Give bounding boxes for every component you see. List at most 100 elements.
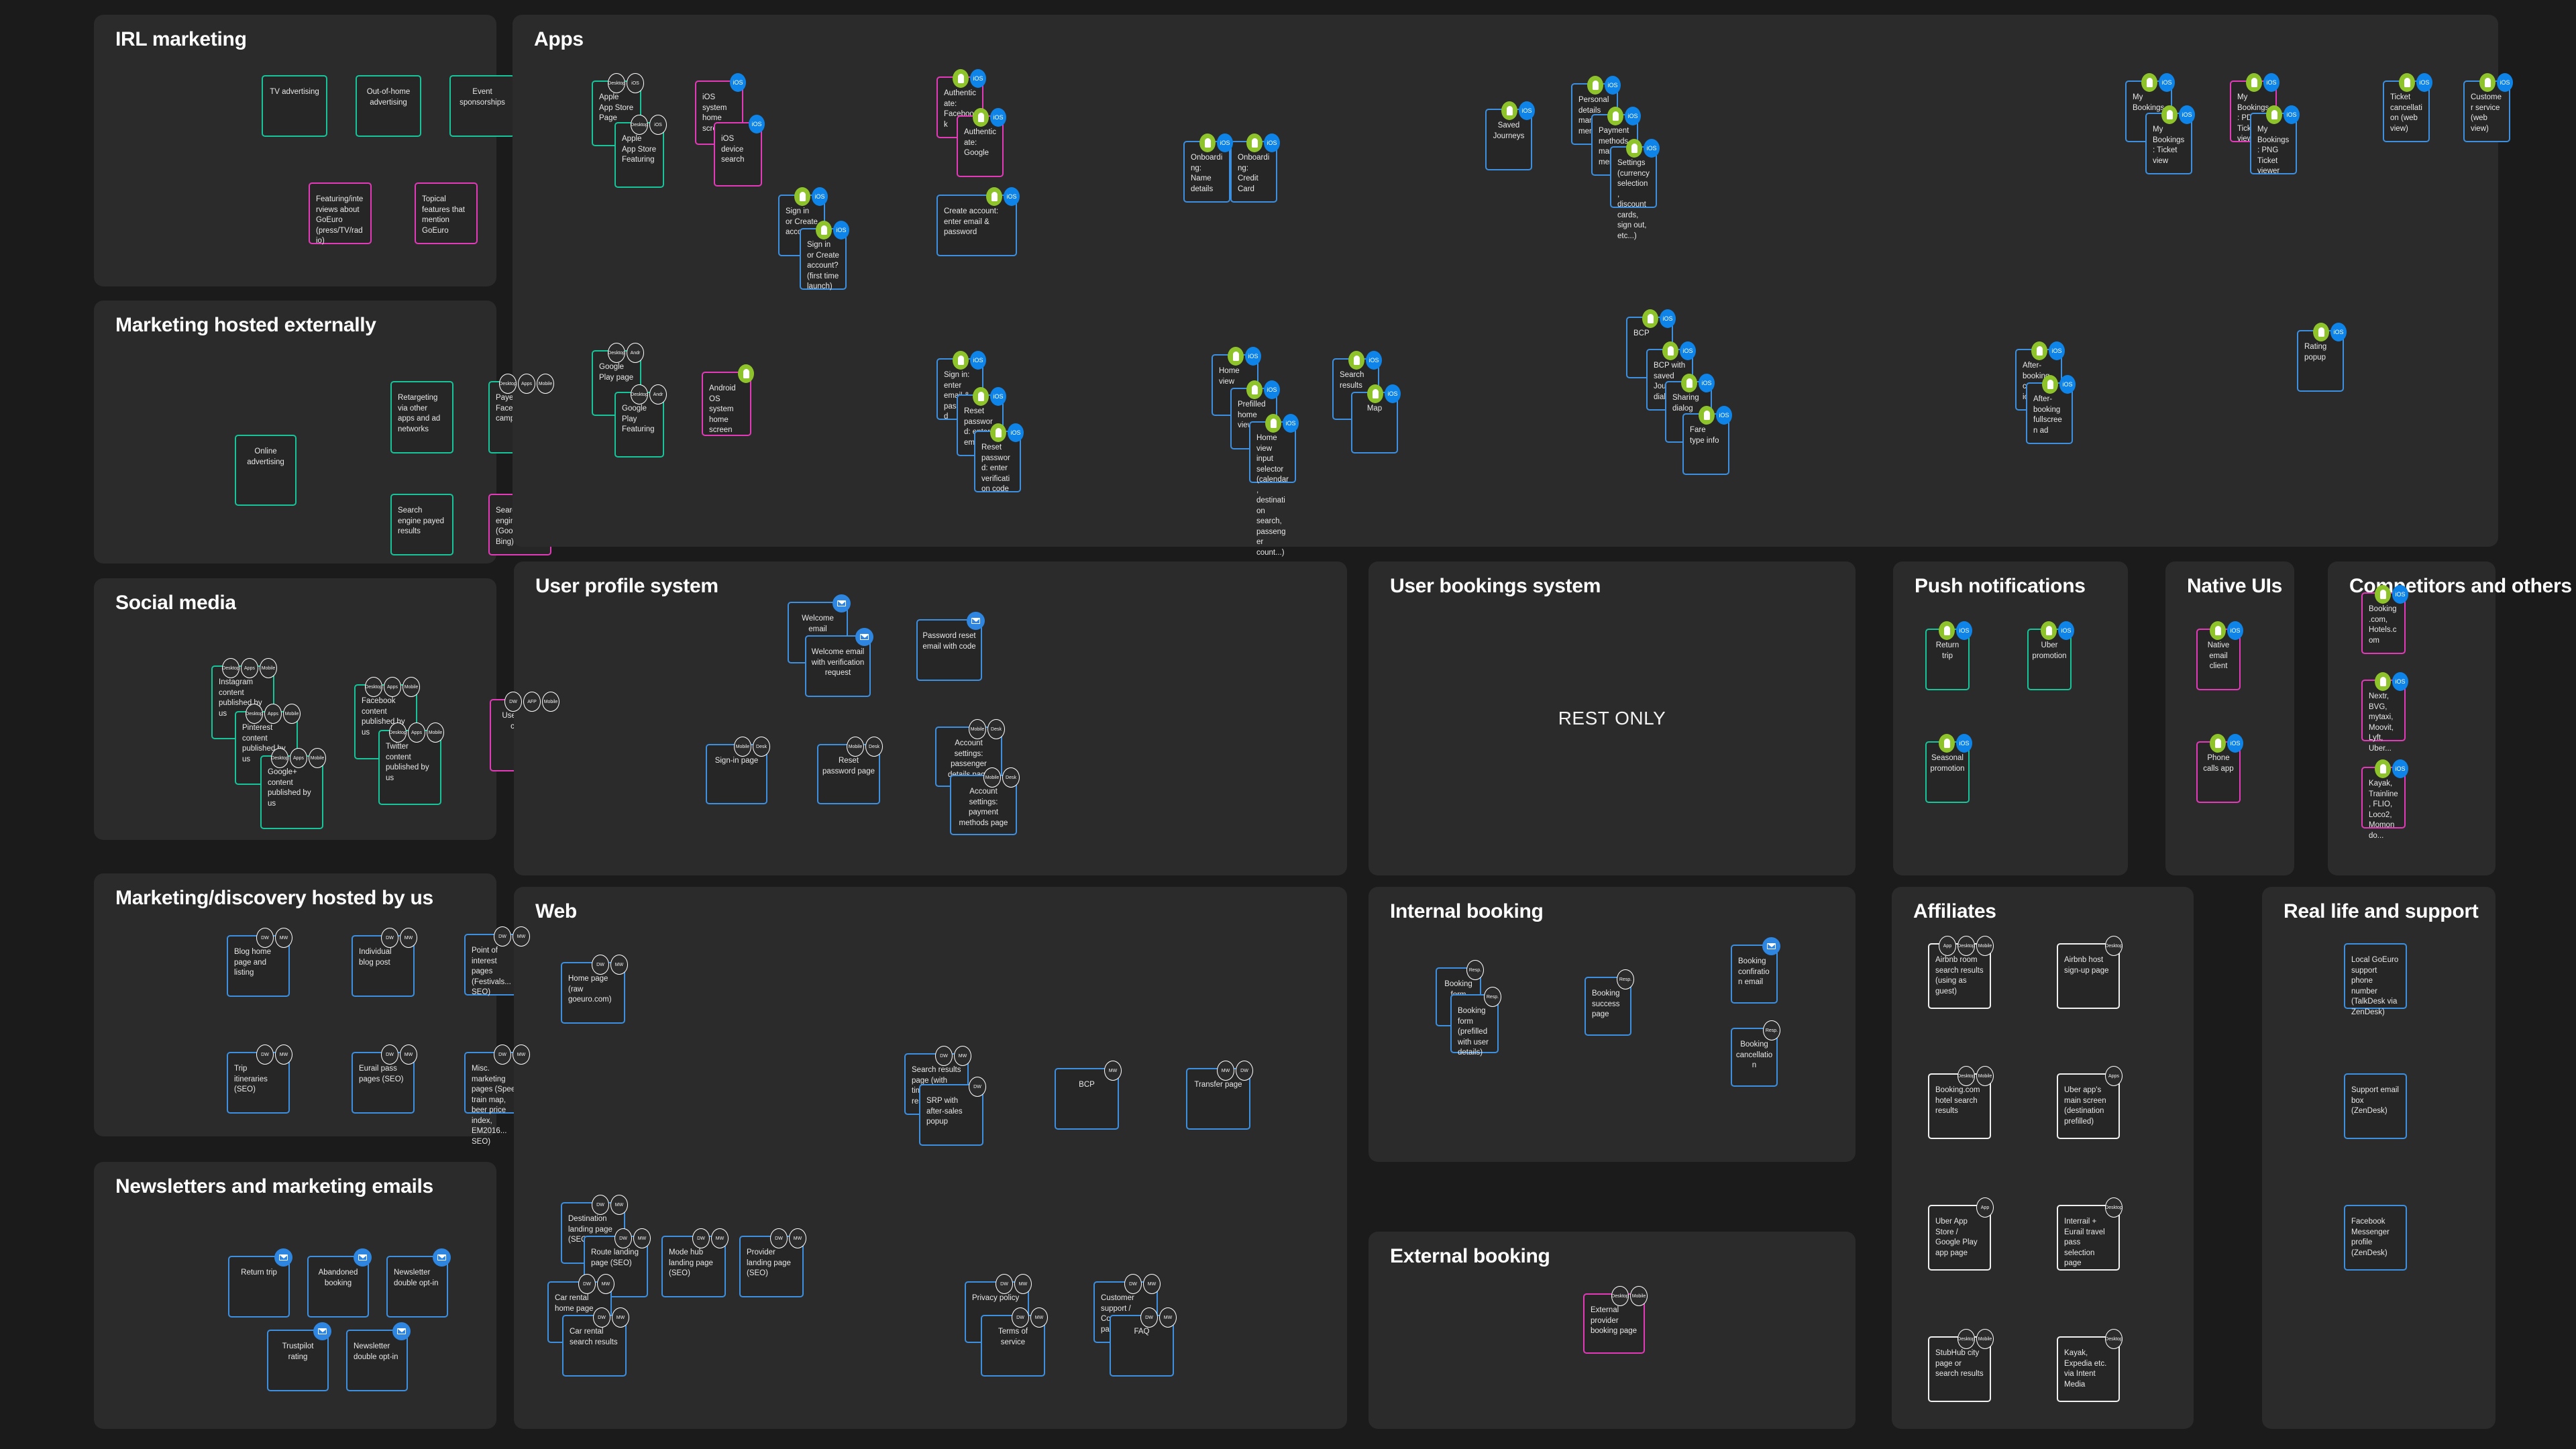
screen-card[interactable]: Seasonal promotion iOS (1925, 734, 1972, 803)
screen-card[interactable]: TV advertising (262, 75, 327, 137)
screen-card[interactable]: Individual blog post DW MW (352, 928, 417, 997)
platform-badge: Apps (408, 722, 425, 743)
screen-card-label: Abandoned booking (318, 1269, 358, 1287)
screen-card[interactable]: Rating popup iOS (2297, 323, 2347, 392)
screen-card[interactable]: Onboarding: Name details iOS (1183, 133, 1233, 203)
panel-title: Marketing hosted externally (115, 314, 376, 336)
screen-card[interactable]: Onboarding: Credit Card iOS (1230, 133, 1280, 203)
screen-card[interactable]: Airbnb room search results (using as gue… (1928, 936, 1994, 1009)
screen-card[interactable]: Map iOS (1351, 384, 1401, 453)
platform-badge-group (738, 364, 754, 383)
screen-card[interactable]: Ticket cancellation (web view) iOS (2383, 73, 2432, 142)
screen-card[interactable]: Booking.com hotel search results Desktop M… (1928, 1066, 1994, 1139)
screen-card[interactable]: Google+ content published by us Desktop Ap… (260, 748, 326, 829)
screen-card[interactable]: Blog home page and listing DW MW (227, 928, 292, 997)
screen-card[interactable]: Password reset email with code (916, 612, 985, 681)
screen-card[interactable]: Online advertising (235, 435, 297, 506)
screen-card[interactable]: Booking cancellation Resp. (1731, 1020, 1780, 1087)
screen-card[interactable]: My Bookings: Ticket view iOS (2145, 105, 2195, 174)
platform-badge-group: iOS (953, 351, 986, 370)
screen-card[interactable]: Home view input selector (calendar, dest… (1249, 414, 1299, 557)
screen-card[interactable]: Sign in or Create account? (first time l… (800, 221, 849, 290)
screen-card[interactable]: Abandoned booking (307, 1248, 372, 1318)
screen-card[interactable]: Booking.com, Hotels.com iOS (2361, 585, 2408, 654)
platform-badge: DW (592, 955, 609, 975)
platform-badge-group: Desktop (2105, 1329, 2123, 1349)
screen-card[interactable]: Search engine payed results (390, 494, 453, 555)
screen-card[interactable]: Phone calls app iOS (2196, 734, 2243, 803)
screen-card[interactable]: Kayak, Expedia etc. via Intent Media Desk… (2057, 1329, 2123, 1402)
screen-card-label: Return trip (1935, 641, 1960, 660)
screen-card[interactable]: Kayak, Trainline, FLIO, Loco2, Momondo..… (2361, 759, 2408, 840)
screen-card[interactable]: Saved Journeys iOS (1485, 101, 1535, 170)
screen-card[interactable]: Reset password page Mobile Desk (817, 737, 883, 804)
screen-card[interactable]: Account settings: payment methods page Mo… (950, 767, 1020, 835)
screen-card[interactable]: Retargeting via other apps and ad networ… (390, 381, 453, 453)
screen-card[interactable]: Reset password: enter verification code i… (974, 423, 1024, 493)
screen-card[interactable]: Fare type info iOS (1682, 406, 1732, 475)
screen-card[interactable]: Out-of-home advertising (356, 75, 421, 137)
screen-card[interactable]: Trip itineraries (SEO) DW MW (227, 1044, 292, 1114)
screen-card[interactable]: After-booking fullscreen ad iOS (2026, 375, 2076, 444)
screen-card[interactable]: Newsletter double opt-in (386, 1248, 451, 1318)
screen-card-label: Welcome email with verification request (811, 648, 865, 678)
screen-card-label: Newsletter double opt-in (394, 1269, 439, 1287)
panel-internal-booking: Internal bookingBooking formResp.Booking… (1368, 887, 1856, 1162)
screen-card[interactable]: Sign-in page Mobile Desk (706, 737, 770, 804)
screen-card[interactable]: Airbnb host sign-up page Desktop (2057, 936, 2123, 1009)
screen-card[interactable]: Uber App Store / Google Play app page App (1928, 1197, 1994, 1271)
screen-card[interactable]: Return trip iOS (1925, 621, 1972, 690)
screen-card[interactable]: Interrail + Eurail travel pass selection… (2057, 1197, 2123, 1271)
screen-card[interactable]: Event sponsorships (449, 75, 515, 137)
screen-card[interactable]: Booking success page Resp. (1585, 969, 1634, 1036)
platform-badge: Desktop (631, 115, 648, 135)
screen-card[interactable]: Native email client iOS (2196, 621, 2243, 690)
screen-card[interactable]: Return trip (228, 1248, 292, 1318)
screen-card[interactable]: Authenticate: Google iOS (957, 108, 1006, 177)
screen-card[interactable]: SRP with after-sales popup DW (919, 1077, 986, 1146)
screen-card[interactable]: BCP MW (1055, 1061, 1122, 1130)
screen-card[interactable]: Welcome email with verification request (805, 628, 873, 697)
platform-badge: MW (1014, 1274, 1032, 1294)
screen-card[interactable]: Nextr, BVG, mytaxi, Moovit, Lyft, Uber..… (2361, 672, 2408, 753)
screen-card[interactable]: Eurail pass pages (SEO) DW MW (352, 1044, 417, 1114)
screen-card[interactable]: Uber app's main screen (destination pref… (2057, 1066, 2123, 1139)
screen-card[interactable]: Booking form (prefilled with user detail… (1450, 987, 1501, 1057)
screen-card[interactable]: Settings (currency selection, discount c… (1610, 139, 1660, 240)
screen-card-label: Airbnb room search results (using as gue… (1935, 956, 1984, 996)
screen-card[interactable]: Create account: enter email & password iO… (936, 187, 1020, 256)
screen-card[interactable]: Uber promotion iOS (2027, 621, 2074, 690)
screen-card[interactable]: Newsletter double opt-in (346, 1322, 411, 1391)
screen-card-label: Native email client (2207, 641, 2230, 671)
screen-card[interactable]: Android OS system home screen (702, 364, 754, 436)
screen-card[interactable]: Support email box (ZenDesk) (2344, 1073, 2407, 1139)
platform-badge-group: iOS (2313, 323, 2347, 341)
screen-card[interactable]: Facebook Messenger profile (ZenDesk) (2344, 1205, 2407, 1271)
screen-card[interactable]: Provider landing page (SEO) DW MW (739, 1228, 806, 1297)
screen-card[interactable]: Trustpilot rating (267, 1322, 331, 1391)
screen-card[interactable]: Local GoEuro support phone number (TalkD… (2344, 943, 2407, 1016)
screen-card[interactable]: FAQ DW MW (1110, 1307, 1177, 1377)
screen-card[interactable]: iOS device search iOS (714, 115, 765, 186)
screen-card[interactable]: Google Play Featuring Desktop Andr (614, 384, 667, 458)
screen-card[interactable]: StubHub city page or search results Deskt… (1928, 1329, 1994, 1402)
screen-card[interactable]: Home page (raw goeuro.com) DW MW (561, 955, 628, 1024)
panel-marketing-hosted-externally: Marketing hosted externally Online advert… (94, 301, 554, 564)
screen-card[interactable]: My Bookings: PNG Ticket viewer iOS (2250, 105, 2300, 175)
platform-badge-group: App (1976, 1197, 1994, 1218)
screen-card[interactable]: Mode hub landing page (SEO) DW MW (661, 1228, 729, 1297)
screen-card[interactable]: External provider booking page Desktop Mob… (1583, 1286, 1648, 1354)
screen-card[interactable]: Topical features that mention GoEuro (415, 182, 478, 244)
screen-card-label: Home view input selector (calendar, dest… (1256, 434, 1289, 557)
screen-card[interactable]: Customer service (web view) iOS (2463, 73, 2513, 142)
screen-card-label: Booking.com hotel search results (1935, 1086, 1980, 1116)
screen-card[interactable]: Twitter content published by us Desktop Ap… (378, 722, 444, 805)
platform-badge-group: iOS (2161, 105, 2195, 124)
screen-card[interactable]: Car rental search results DW MW (562, 1307, 629, 1377)
screen-card[interactable]: Featuring/interviews about GoEuro (press… (309, 182, 372, 245)
screen-card[interactable]: Booking confiration email (1731, 937, 1780, 1004)
screen-card[interactable]: Transfer page MW DW (1186, 1061, 1253, 1130)
screen-card[interactable]: Apple App Store Featuring Desktop iOS (614, 115, 667, 188)
platform-badge-group: Mobile Desk (847, 737, 883, 757)
screen-card[interactable]: Terms of service DW MW (981, 1307, 1048, 1377)
